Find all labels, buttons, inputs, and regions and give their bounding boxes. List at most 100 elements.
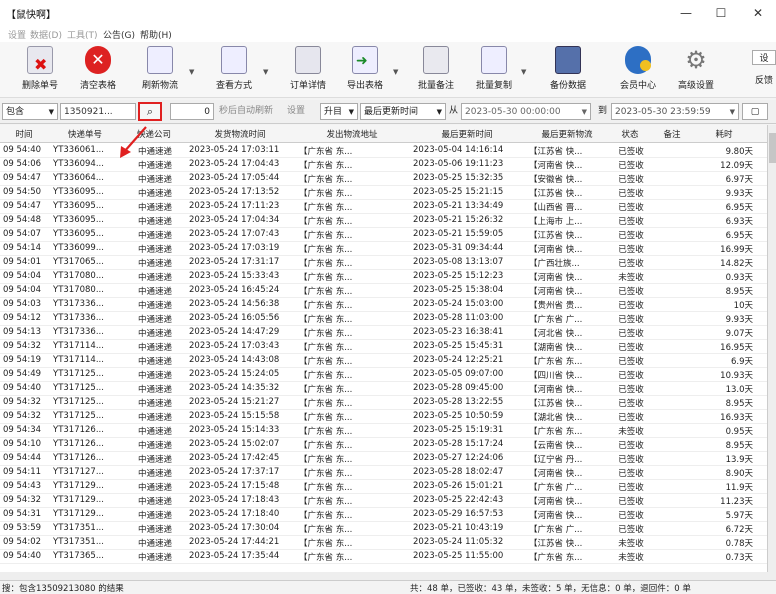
table-cell: 2023-05-24 17:37:17 [189, 467, 280, 477]
table-row[interactable]: 09 54:07 YT336095... 中通速递 2023-05-24 17:07:… [0, 228, 767, 242]
table-row[interactable]: 09 54:40 YT317125... 中通速递 2023-05-24 14:35:… [0, 382, 767, 396]
table-row[interactable]: 09 54:10 YT317126... 中通速递 2023-05-24 15:02:… [0, 438, 767, 452]
table-row[interactable]: 09 54:40 YT336061... 中通速递 2023-05-24 17:03:… [0, 144, 767, 158]
table-cell: 【山西省 晋... [529, 203, 583, 213]
refresh-counter[interactable]: 0 [170, 103, 214, 120]
start-time-picker[interactable]: 2023-05-30 00:00:00 ▼ [461, 103, 591, 120]
filter-small-button[interactable]: ▢ [742, 103, 768, 120]
table-cell: 中通速递 [137, 455, 172, 465]
menu-settings[interactable]: 设置 [8, 28, 26, 41]
table-cell: 2023-05-24 17:07:43 [189, 229, 280, 239]
table-row[interactable]: 09 54:44 YT317126... 中通速递 2023-05-24 17:42:… [0, 452, 767, 466]
chevron-down-icon[interactable]: ▼ [521, 68, 526, 76]
table-row[interactable]: 09 54:02 YT317351... 中通速递 2023-05-24 17:44:… [0, 536, 767, 550]
table-row[interactable]: 09 54:34 YT317126... 中通速递 2023-05-24 15:14:… [0, 424, 767, 438]
column-header[interactable]: 最后更新时间 [410, 128, 524, 140]
table-cell: 【辽宁省 丹... [529, 455, 583, 465]
chevron-down-icon[interactable]: ▼ [189, 68, 194, 76]
minimize-button[interactable]: — [676, 4, 696, 22]
view-mode-button[interactable]: 查看方式 [206, 46, 262, 96]
table-cell: 2023-05-25 22:42:43 [413, 495, 504, 505]
table-row[interactable]: 09 54:49 YT317125... 中通速递 2023-05-24 15:24:… [0, 368, 767, 382]
column-header[interactable]: 时间 [0, 128, 48, 140]
chevron-down-icon[interactable]: ▼ [393, 68, 398, 76]
advanced-settings-button[interactable]: ⚙ 高级设置 [668, 46, 724, 96]
table-cell: 09 54:40 [3, 145, 42, 155]
table-cell: 已签收 [618, 343, 644, 353]
table-cell: 【江苏省 快... [529, 231, 583, 241]
delete-order-button[interactable]: ✖ 删除单号 [12, 46, 68, 96]
table-row[interactable]: 09 54:12 YT317336... 中通速递 2023-05-24 16:05:… [0, 312, 767, 326]
time-field-select[interactable]: 最后更新时间 ▼ [360, 103, 446, 120]
menu-help[interactable]: 帮助(H) [140, 28, 172, 41]
column-header[interactable]: 最后更新物流 [526, 128, 608, 140]
column-header[interactable]: 状态 [610, 128, 650, 140]
vertical-scrollbar[interactable] [767, 125, 776, 572]
member-center-button[interactable]: 会员中心 [610, 46, 666, 96]
close-button[interactable]: ✕ [748, 4, 768, 22]
table-row[interactable]: 09 54:43 YT317129... 中通速递 2023-05-24 17:15:… [0, 480, 767, 494]
table-row[interactable]: 09 54:47 YT336064... 中通速递 2023-05-24 17:05:… [0, 172, 767, 186]
end-time-picker[interactable]: 2023-05-30 23:59:59 ▼ [611, 103, 739, 120]
table-row[interactable]: 09 54:32 YT317125... 中通速递 2023-05-24 15:15:… [0, 410, 767, 424]
clear-table-button[interactable]: ✕ 清空表格 [70, 46, 126, 96]
table-cell: 2023-05-25 15:21:15 [413, 187, 504, 197]
order-detail-button[interactable]: 订单详情 [280, 46, 336, 96]
table-row[interactable]: 09 54:32 YT317125... 中通速递 2023-05-24 15:21:… [0, 396, 767, 410]
refresh-setting-link[interactable]: 设置 [287, 103, 305, 120]
table-row[interactable]: 09 54:11 YT317127... 中通速递 2023-05-24 17:37:… [0, 466, 767, 480]
table-cell: 2023-05-31 09:34:44 [413, 243, 504, 253]
sort-order-select[interactable]: 升目 ▼ [320, 103, 358, 120]
table-row[interactable]: 09 54:01 YT317065... 中通速递 2023-05-24 17:31:… [0, 256, 767, 270]
table-cell: 09 54:04 [3, 271, 42, 281]
table-cell: 【江苏省 快... [529, 189, 583, 199]
backup-data-button[interactable]: 备份数据 [540, 46, 596, 96]
menu-data[interactable]: 数据(D) [30, 28, 62, 41]
table-row[interactable]: 09 54:47 YT336095... 中通速递 2023-05-24 17:11:… [0, 200, 767, 214]
menu-tools[interactable]: 工具(T) [67, 28, 98, 41]
table-cell: 【河南省 快... [529, 161, 583, 171]
filter-bar: 包含 ▼ 1350921... ⌕ 0 秒后自动刷新 设置 升目 ▼ 最后更新时间 ▼… [0, 100, 776, 124]
chevron-down-icon[interactable]: ▼ [263, 68, 268, 76]
maximize-button[interactable]: ☐ [711, 4, 731, 22]
column-header[interactable]: 发货物流时间 [186, 128, 294, 140]
table-cell: 【河南省 快... [529, 511, 583, 521]
table-row[interactable]: 09 54:14 YT336099... 中通速递 2023-05-24 17:03:… [0, 242, 767, 256]
table-row[interactable]: 09 54:04 YT317080... 中通速递 2023-05-24 16:45:… [0, 284, 767, 298]
column-header[interactable]: 快递公司 [124, 128, 184, 140]
table-cell: 13.0天 [725, 385, 753, 395]
feedback-button[interactable]: 反馈 [752, 73, 776, 86]
table-row[interactable]: 09 54:06 YT336094... 中通速递 2023-05-24 17:04:… [0, 158, 767, 172]
batch-copy-button[interactable]: 批量复制 [466, 46, 522, 96]
export-table-button[interactable]: ➜ 导出表格 [337, 46, 393, 96]
table-row[interactable]: 09 54:04 YT317080... 中通速递 2023-05-24 15:33:… [0, 270, 767, 284]
search-button[interactable]: ⌕ [138, 102, 162, 121]
table-row[interactable]: 09 54:13 YT317336... 中通速递 2023-05-24 14:47:… [0, 326, 767, 340]
column-header[interactable]: 快递单号 [50, 128, 120, 140]
table-row[interactable]: 09 54:40 YT317365... 中通速递 2023-05-24 17:35:… [0, 550, 767, 564]
search-input[interactable]: 1350921... [60, 103, 136, 120]
table-cell: 【广东省 东... [299, 441, 353, 451]
column-header[interactable]: 发出物流地址 [296, 128, 408, 140]
table-row[interactable]: 09 54:32 YT317114... 中通速递 2023-05-24 17:03:… [0, 340, 767, 354]
table-cell: 【广东省 东... [529, 553, 583, 563]
scope-select[interactable]: 包含 ▼ [2, 103, 58, 120]
table-row[interactable]: 09 54:50 YT336095... 中通速递 2023-05-24 17:13:… [0, 186, 767, 200]
menu-notice[interactable]: 公告(G) [103, 28, 135, 41]
table-row[interactable]: 09 54:19 YT317114... 中通速递 2023-05-24 14:43:… [0, 354, 767, 368]
table-row[interactable]: 09 53:59 YT317351... 中通速递 2023-05-24 17:30:… [0, 522, 767, 536]
horizontal-scrollbar[interactable] [0, 572, 776, 580]
column-header[interactable]: 备注 [652, 128, 692, 140]
table-cell: 09 54:32 [3, 397, 42, 407]
table-row[interactable]: 09 54:03 YT317336... 中通速递 2023-05-24 14:56:… [0, 298, 767, 312]
batch-note-button[interactable]: 批量备注 [408, 46, 464, 96]
table-cell: 未签收 [618, 539, 644, 549]
table-row[interactable]: 09 54:48 YT336095... 中通速递 2023-05-24 17:04:… [0, 214, 767, 228]
table-row[interactable]: 09 54:31 YT317129... 中通速递 2023-05-24 17:18:… [0, 508, 767, 522]
scroll-thumb[interactable] [769, 133, 776, 163]
refresh-logistics-button[interactable]: 刷新物流 [132, 46, 188, 96]
settings-small-button[interactable]: 设 [752, 50, 776, 65]
table-cell: 【广东省 东... [299, 231, 353, 241]
table-row[interactable]: 09 54:32 YT317129... 中通速递 2023-05-24 17:18:… [0, 494, 767, 508]
column-header[interactable]: 耗时 [694, 128, 754, 140]
